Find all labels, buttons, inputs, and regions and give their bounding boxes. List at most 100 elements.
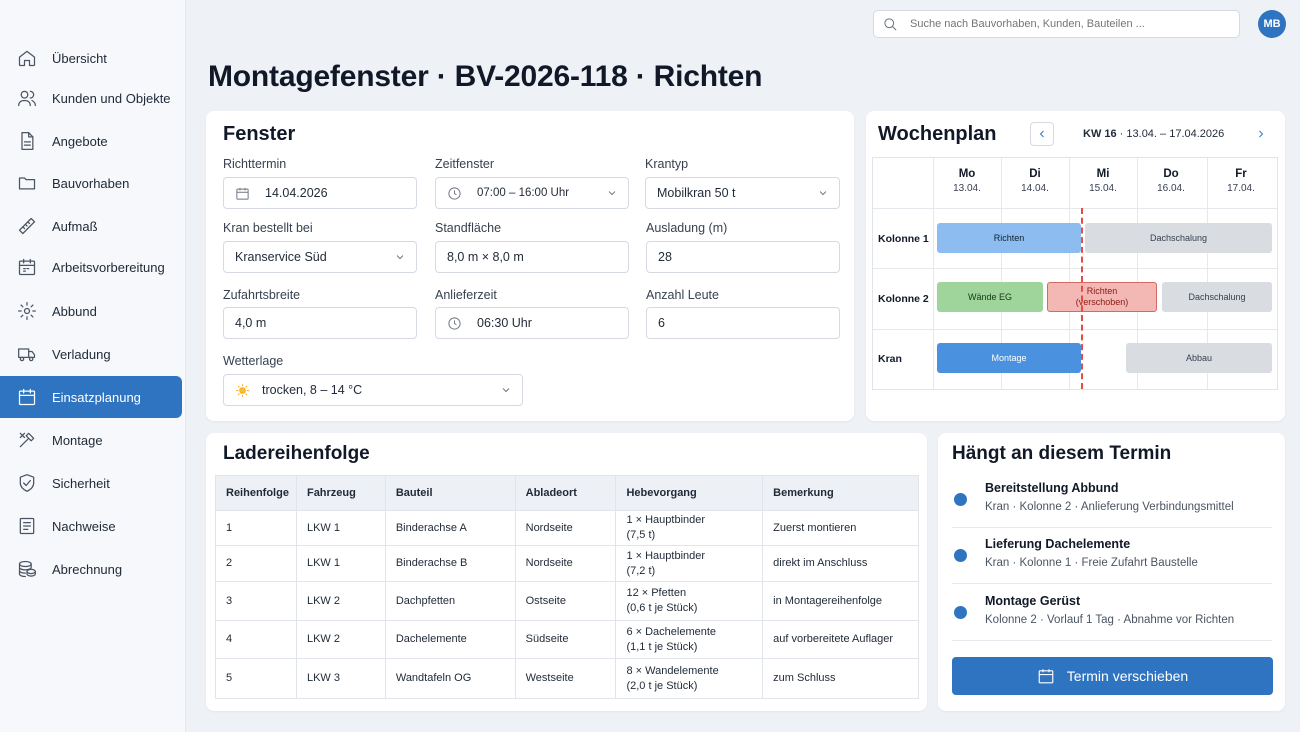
ausladung-value: 28: [658, 250, 672, 264]
table-row[interactable]: 4 LKW 2 Dachelemente Südseite 6 × Dachel…: [215, 620, 919, 659]
cell-hebevorgang: 8 × Wandelemente (2,0 t je Stück): [615, 658, 764, 699]
row-label-kran: Kran: [878, 353, 902, 365]
bar-k2-richten-verschoben[interactable]: Richten (verschoben): [1047, 282, 1157, 312]
calendar-grid-icon: [17, 257, 37, 277]
table-row[interactable]: 3 LKW 2 Dachpfetten Ostseite 12 × Pfette…: [215, 581, 919, 621]
gear-icon: [17, 301, 37, 321]
sidebar-item-label: Übersicht: [52, 50, 107, 66]
sidebar-item-label: Angebote: [52, 133, 108, 149]
standflaeche-field[interactable]: 8,0 m × 8,0 m: [435, 241, 629, 273]
dependency-item[interactable]: Bereitstellung Abbund Kran · Kolonne 2 ·…: [952, 471, 1272, 528]
column-header[interactable]: Abladeort: [515, 475, 617, 511]
bar-k1-dachschalung[interactable]: Dachschalung: [1085, 223, 1272, 253]
krantyp-label: Krantyp: [645, 157, 689, 171]
sidebar-item-abrechnung[interactable]: Abrechnung: [0, 548, 182, 590]
sidebar-item-kunden[interactable]: Kunden und Objekte: [0, 77, 182, 119]
sidebar-item-uebersicht[interactable]: Übersicht: [0, 37, 182, 79]
column-header[interactable]: Bemerkung: [762, 475, 919, 511]
sidebar-item-bauvorhaben[interactable]: Bauvorhaben: [0, 162, 182, 204]
kran-bestellt-value: Kranservice Süd: [235, 250, 327, 264]
search-box[interactable]: [873, 10, 1240, 38]
cell-bemerkung: auf vorbereitete Auflager: [762, 620, 919, 659]
anlieferzeit-field[interactable]: 06:30 Uhr: [435, 307, 629, 339]
wetterlage-value: trocken, 8 – 14 °C: [262, 383, 363, 397]
bar-k2-waende-eg[interactable]: Wände EG: [937, 282, 1043, 312]
chevron-down-icon: [817, 187, 829, 199]
table-row[interactable]: 1 LKW 1 Binderachse A Nordseite 1 × Haup…: [215, 510, 919, 546]
standflaeche-value: 8,0 m × 8,0 m: [447, 250, 524, 264]
cell-hebevorgang: 1 × Hauptbinder (7,2 t): [615, 545, 764, 582]
bar-k2-dachschalung[interactable]: Dachschalung: [1162, 282, 1272, 312]
cell-fahrzeug: LKW 1: [296, 545, 386, 582]
cell-hebevorgang: 12 × Pfetten (0,6 t je Stück): [615, 581, 764, 621]
anzahl-leute-field[interactable]: 6: [646, 307, 840, 339]
bar-kran-abbau[interactable]: Abbau: [1126, 343, 1272, 373]
dependency-item[interactable]: Lieferung Dachelemente Kran · Kolonne 1 …: [952, 527, 1272, 584]
anlieferzeit-value: 06:30 Uhr: [477, 316, 532, 330]
next-week-button[interactable]: [1249, 122, 1273, 146]
table-row[interactable]: 5 LKW 3 Wandtafeln OG Westseite 8 × Wand…: [215, 658, 919, 699]
ausladung-field[interactable]: 28: [646, 241, 840, 273]
cell-bauteil: Binderachse A: [385, 510, 516, 546]
sidebar-item-montage[interactable]: Montage: [0, 419, 182, 461]
prev-week-button[interactable]: [1030, 122, 1054, 146]
zufahrtsbreite-label: Zufahrtsbreite: [223, 288, 301, 302]
table-row[interactable]: 2 LKW 1 Binderachse B Nordseite 1 × Haup…: [215, 545, 919, 582]
cell-bauteil: Dachpfetten: [385, 581, 516, 621]
folder-icon: [17, 173, 37, 193]
sidebar-item-angebote[interactable]: Angebote: [0, 120, 182, 162]
chevron-right-icon: [1259, 130, 1264, 138]
kran-bestellt-select[interactable]: Kranservice Süd: [223, 241, 417, 273]
wetterlage-select[interactable]: trocken, 8 – 14 °C: [223, 374, 523, 406]
cell-fahrzeug: LKW 1: [296, 510, 386, 546]
cell-reihenfolge: 5: [215, 658, 297, 699]
zeitfenster-label: Zeitfenster: [435, 157, 495, 171]
calendar-icon: [235, 185, 251, 201]
sidebar-item-label: Einsatzplanung: [52, 389, 141, 405]
cell-reihenfolge: 2: [215, 545, 297, 582]
richttermin-field[interactable]: 14.04.2026: [223, 177, 417, 209]
bar-k1-richten[interactable]: Richten: [937, 223, 1081, 253]
sidebar-item-abbund[interactable]: Abbund: [0, 290, 182, 332]
kw-range: · 13.04. – 17.04.2026: [1116, 128, 1225, 140]
dependency-title: Montage Gerüst: [985, 594, 1081, 608]
today-marker: [1081, 208, 1083, 389]
column-header[interactable]: Reihenfolge: [215, 475, 297, 511]
avatar[interactable]: MB: [1258, 10, 1286, 38]
column-header[interactable]: Hebevorgang: [615, 475, 764, 511]
anlieferzeit-label: Anlieferzeit: [435, 288, 497, 302]
button-label: Termin verschieben: [1066, 668, 1189, 684]
column-header[interactable]: Bauteil: [385, 475, 516, 511]
search-icon: [884, 17, 897, 30]
zufahrtsbreite-field[interactable]: 4,0 m: [223, 307, 417, 339]
day-header-mi: Mi 15.04.: [1089, 168, 1117, 194]
cell-bemerkung: direkt im Anschluss: [762, 545, 919, 582]
sidebar-item-verladung[interactable]: Verladung: [0, 333, 182, 375]
zeitfenster-select[interactable]: 07:00 – 16:00 Uhr: [435, 177, 629, 209]
search-input[interactable]: [910, 18, 1210, 30]
cell-hebevorgang: 6 × Dachelemente (1,1 t je Stück): [615, 620, 764, 659]
sidebar-item-sicherheit[interactable]: Sicherheit: [0, 462, 182, 504]
wochenplan-title: Wochenplan: [878, 123, 997, 145]
cell-bemerkung: in Montagereihenfolge: [762, 581, 919, 621]
day-header-fr: Fr 17.04.: [1227, 168, 1255, 194]
dependency-subtitle: Kolonne 2 · Vorlauf 1 Tag · Abnahme vor …: [985, 614, 1235, 626]
sidebar-item-aufmass[interactable]: Aufmaß: [0, 205, 182, 247]
sidebar-item-label: Sicherheit: [52, 475, 110, 491]
ladereihenfolge-table: Reihenfolge Fahrzeug Bauteil Abladeort H…: [215, 475, 919, 699]
cell-bemerkung: zum Schluss: [762, 658, 919, 699]
krantyp-select[interactable]: Mobilkran 50 t: [645, 177, 840, 209]
sidebar-item-nachweise[interactable]: Nachweise: [0, 505, 182, 547]
column-header[interactable]: Fahrzeug: [296, 475, 386, 511]
sidebar-item-label: Abbund: [52, 303, 97, 319]
dependency-title: Bereitstellung Abbund: [985, 481, 1119, 495]
table-header-row: Reihenfolge Fahrzeug Bauteil Abladeort H…: [215, 475, 919, 511]
bar-kran-montage[interactable]: Montage: [937, 343, 1081, 373]
dependency-item[interactable]: Montage Gerüst Kolonne 2 · Vorlauf 1 Tag…: [952, 584, 1272, 641]
sidebar-item-einsatzplanung[interactable]: Einsatzplanung: [0, 376, 182, 418]
termin-verschieben-button[interactable]: Termin verschieben: [952, 657, 1273, 695]
sidebar-item-arbeitsvorbereitung[interactable]: Arbeitsvorbereitung: [0, 246, 182, 288]
cell-abladeort: Westseite: [515, 658, 617, 699]
sidebar-item-label: Arbeitsvorbereitung: [52, 259, 165, 275]
richttermin-value: 14.04.2026: [265, 186, 328, 200]
